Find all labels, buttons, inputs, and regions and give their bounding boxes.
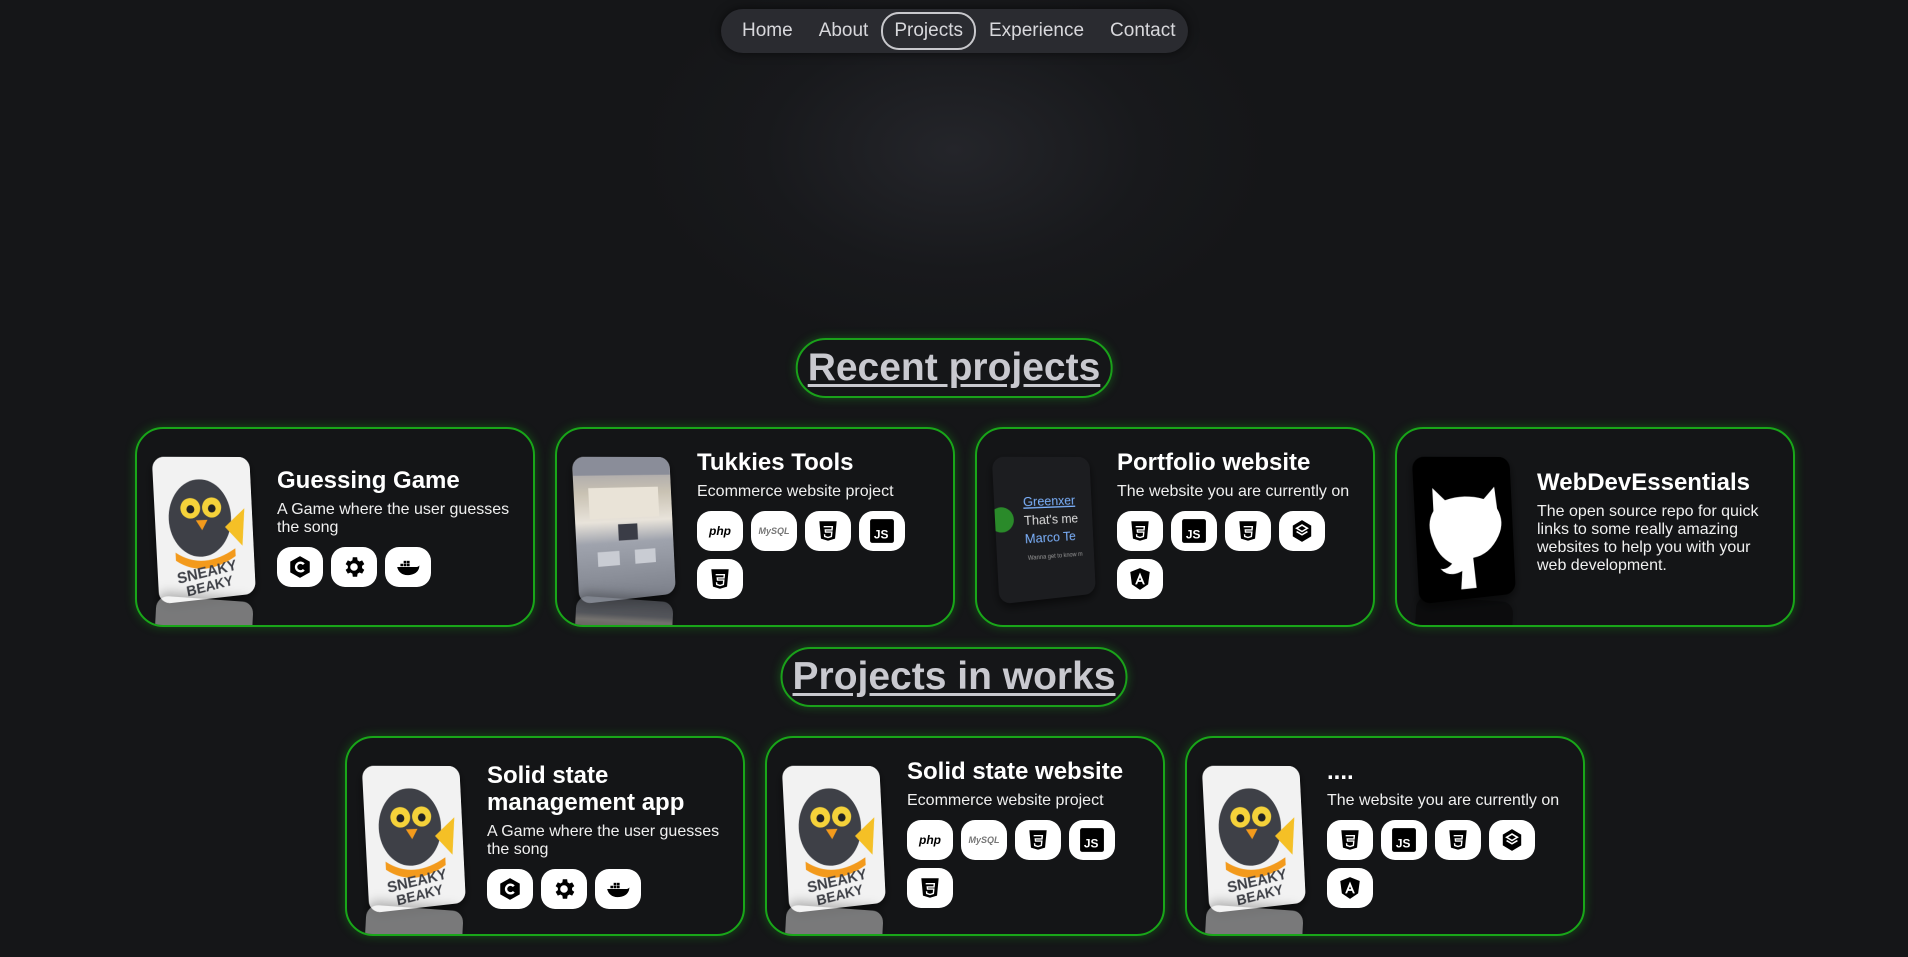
css3-icon xyxy=(1327,820,1373,860)
css3-icon xyxy=(1117,511,1163,551)
owl-mascot-icon: SNEAKY BEAKY xyxy=(362,766,466,914)
project-card-solid-state-website[interactable]: SNEAKY BEAKY Solid state website Ecommer… xyxy=(765,736,1165,936)
ionic-icon xyxy=(1489,820,1535,860)
php-icon: php xyxy=(697,511,743,551)
ionic-icon xyxy=(1279,511,1325,551)
project-thumbnail-reflection xyxy=(154,595,253,627)
project-title: WebDevEssentials xyxy=(1537,469,1779,496)
js-icon xyxy=(1069,820,1115,860)
project-description: The website you are currently on xyxy=(1117,483,1359,501)
project-card-portfolio-website[interactable]: Greenxer That's me Marco Te Wanna get to… xyxy=(975,427,1375,627)
project-thumbnail: SNEAKY BEAKY xyxy=(152,457,256,605)
nav-home[interactable]: Home xyxy=(729,12,806,50)
js-icon xyxy=(859,511,905,551)
csharp-icon xyxy=(487,869,533,909)
shop-screenshot-icon xyxy=(572,457,676,605)
projects-in-works-title: Projects in works xyxy=(781,647,1128,707)
php-label: php xyxy=(919,833,941,847)
project-description: The open source repo for quick links to … xyxy=(1537,503,1779,575)
html5-icon xyxy=(1225,511,1271,551)
html5-icon xyxy=(697,559,743,599)
css3-icon xyxy=(1015,820,1061,860)
project-thumbnail: SNEAKY BEAKY xyxy=(782,766,886,914)
project-description: The website you are currently on xyxy=(1327,792,1569,810)
svg-text:That's me: That's me xyxy=(1024,511,1079,529)
js-icon xyxy=(1381,820,1427,860)
docker-icon xyxy=(595,869,641,909)
project-description: A Game where the user guesses the song xyxy=(487,823,729,859)
project-title: Solid state management app xyxy=(487,762,729,816)
angular-icon xyxy=(1327,868,1373,908)
mysql-icon: MySQL xyxy=(751,511,797,551)
mysql-label: MySQL xyxy=(968,835,999,845)
project-description: A Game where the user guesses the song xyxy=(277,501,519,537)
project-thumbnail: SNEAKY BEAKY xyxy=(362,766,466,914)
css3-icon xyxy=(805,511,851,551)
project-title: .... xyxy=(1327,758,1569,785)
mysql-icon: MySQL xyxy=(961,820,1007,860)
project-thumbnail xyxy=(1412,457,1516,605)
project-thumbnail-reflection xyxy=(1204,904,1303,936)
github-icon xyxy=(1412,457,1516,605)
nav-contact[interactable]: Contact xyxy=(1097,12,1188,50)
project-title: Solid state website xyxy=(907,758,1149,785)
php-label: php xyxy=(709,524,731,538)
mysql-label: MySQL xyxy=(758,526,789,536)
csharp-icon xyxy=(277,547,323,587)
js-icon xyxy=(1171,511,1217,551)
project-thumbnail-reflection xyxy=(574,595,673,627)
portfolio-screenshot-icon: Greenxer That's me Marco Te Wanna get to… xyxy=(992,457,1096,605)
html5-icon xyxy=(907,868,953,908)
project-card-solid-state-management-app[interactable]: SNEAKY BEAKY Solid state management app … xyxy=(345,736,745,936)
docker-icon xyxy=(385,547,431,587)
project-card-guessing-game[interactable]: SNEAKY BEAKY Guessing Game A Game where … xyxy=(135,427,535,627)
recent-projects-title: Recent projects xyxy=(796,338,1113,398)
project-title: Guessing Game xyxy=(277,467,519,494)
project-thumbnail-reflection xyxy=(1414,595,1513,627)
html5-icon xyxy=(1435,820,1481,860)
project-card-tukkies-tools[interactable]: Tukkies Tools Ecommerce website project … xyxy=(555,427,955,627)
project-title: Portfolio website xyxy=(1117,449,1359,476)
project-thumbnail-reflection xyxy=(784,904,883,936)
project-thumbnail: Greenxer That's me Marco Te Wanna get to… xyxy=(992,457,1096,605)
owl-mascot-icon: SNEAKY BEAKY xyxy=(152,457,256,605)
svg-text:Greenxer: Greenxer xyxy=(1023,493,1076,510)
project-thumbnail: SNEAKY BEAKY xyxy=(1202,766,1306,914)
php-icon: php xyxy=(907,820,953,860)
project-card-webdevessentials[interactable]: WebDevEssentials The open source repo fo… xyxy=(1395,427,1795,627)
top-nav: Home About Projects Experience Contact xyxy=(721,9,1188,53)
project-thumbnail xyxy=(572,457,676,605)
project-thumbnail-reflection xyxy=(364,904,463,936)
owl-mascot-icon: SNEAKY BEAKY xyxy=(782,766,886,914)
project-card-placeholder[interactable]: SNEAKY BEAKY .... The website you are cu… xyxy=(1185,736,1585,936)
project-description: Ecommerce website project xyxy=(697,483,939,501)
angular-icon xyxy=(1117,559,1163,599)
project-description: Ecommerce website project xyxy=(907,792,1149,810)
gear-icon xyxy=(331,547,377,587)
nav-experience[interactable]: Experience xyxy=(976,12,1097,50)
owl-mascot-icon: SNEAKY BEAKY xyxy=(1202,766,1306,914)
nav-about[interactable]: About xyxy=(806,12,882,50)
gear-icon xyxy=(541,869,587,909)
nav-projects[interactable]: Projects xyxy=(881,12,976,50)
project-title: Tukkies Tools xyxy=(697,449,939,476)
